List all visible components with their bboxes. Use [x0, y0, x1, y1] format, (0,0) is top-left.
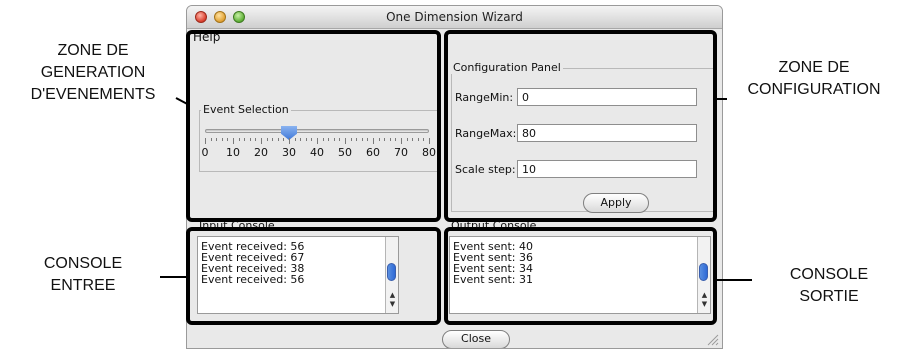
- label-console-entree: CONSOLE ENTREE: [0, 253, 166, 297]
- close-button[interactable]: Close: [442, 330, 510, 348]
- label-line: CONSOLE: [43, 255, 123, 272]
- label-console-sortie: CONSOLE SORTIE: [752, 264, 906, 308]
- window-title: One Dimension Wizard: [386, 10, 523, 24]
- label-line: D'EVENEMENTS: [30, 86, 156, 103]
- resize-grip-icon[interactable]: [705, 332, 719, 346]
- label-line: CONSOLE: [789, 266, 869, 283]
- leader-configuration: [715, 98, 727, 100]
- label-line: ZONE DE: [57, 42, 129, 59]
- label-line: ZONE DE: [778, 59, 850, 76]
- leader-console-entree: [160, 276, 188, 278]
- label-line: GENERATION: [40, 64, 146, 81]
- leader-console-sortie: [716, 279, 752, 281]
- label-zone-generation: ZONE DE GENERATION D'EVENEMENTS: [0, 40, 186, 106]
- label-zone-configuration: ZONE DE CONFIGURATION: [722, 57, 906, 101]
- label-line: SORTIE: [799, 288, 859, 305]
- callout-generation-zone: [186, 30, 441, 222]
- callout-output-console: [444, 227, 717, 325]
- label-line: CONFIGURATION: [747, 81, 881, 98]
- callout-configuration-zone: [444, 30, 717, 222]
- callout-input-console: [186, 227, 441, 325]
- label-line: ENTREE: [50, 277, 116, 294]
